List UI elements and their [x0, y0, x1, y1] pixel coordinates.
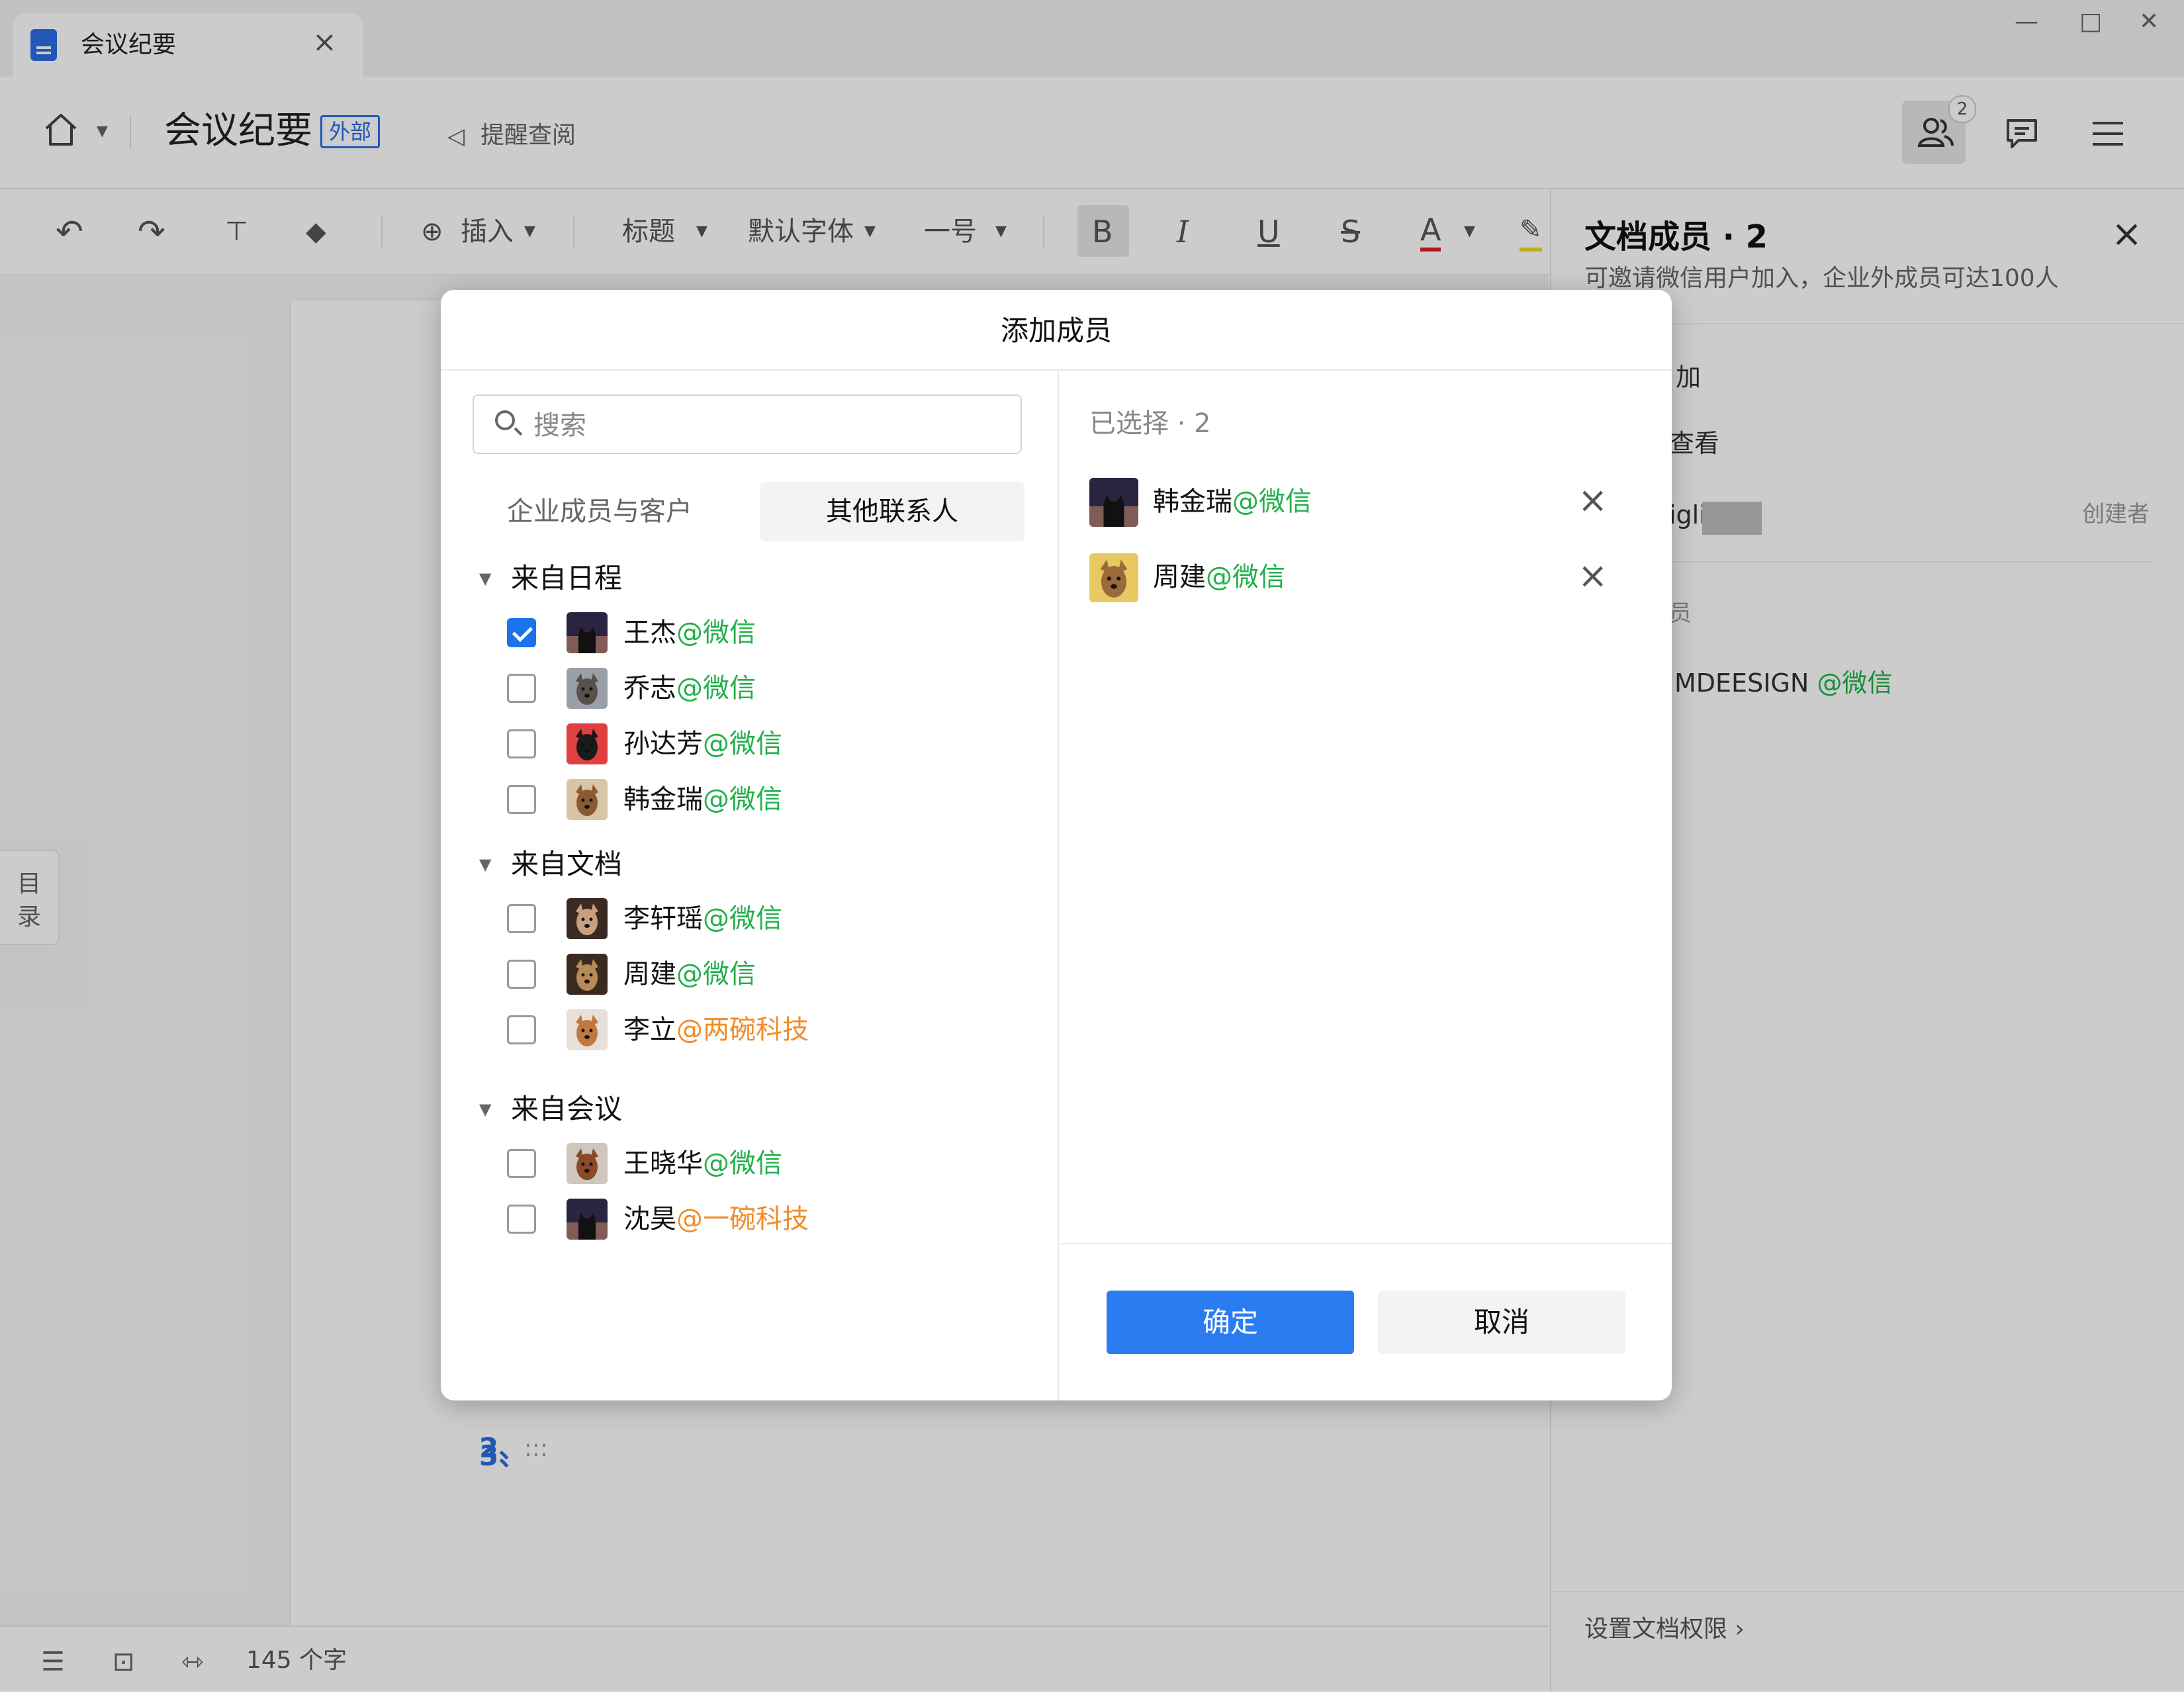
contact-tag: @微信	[676, 959, 756, 989]
selected-name-text: 周建	[1153, 562, 1206, 592]
tab-enterprise-members[interactable]: 企业成员与客户	[467, 482, 732, 541]
avatar	[1089, 553, 1138, 602]
group-label[interactable]: 来自日程	[511, 559, 622, 598]
search-input[interactable]	[532, 405, 1011, 446]
add-member-dialog: 添加成员 企业成员与客户 其他联系人 ▼来自日程王杰@微信乔志@微信孙达芳@微信…	[441, 290, 1672, 1400]
avatar	[567, 1009, 608, 1050]
contact-row[interactable]: 李轩瑶@微信	[507, 892, 1023, 945]
avatar	[567, 954, 608, 995]
contact-checkbox[interactable]	[507, 618, 536, 647]
avatar	[567, 779, 608, 820]
avatar	[567, 898, 608, 939]
contact-tag: @微信	[703, 1148, 782, 1179]
avatar	[567, 1199, 608, 1240]
dialog-title: 添加成员	[1000, 314, 1112, 347]
contact-name: 李轩瑶@微信	[623, 899, 782, 938]
contact-name-text: 李轩瑶	[623, 903, 703, 934]
contact-row[interactable]: 孙达芳@微信	[507, 717, 1023, 770]
group-collapse-icon[interactable]: ▼	[479, 1100, 491, 1119]
search-icon	[495, 410, 515, 430]
selected-tag: @微信	[1206, 562, 1285, 592]
contact-tag: @两碗科技	[676, 1015, 809, 1045]
remove-icon[interactable]: ×	[1578, 556, 1608, 596]
contact-checkbox[interactable]	[507, 1015, 536, 1044]
contact-row[interactable]: 王杰@微信	[507, 606, 1023, 659]
avatar	[567, 723, 608, 764]
contact-name-text: 王晓华	[623, 1148, 703, 1179]
contact-name-text: 沈昊	[623, 1204, 676, 1234]
divider	[1059, 1243, 1672, 1244]
search-box[interactable]	[473, 394, 1022, 454]
confirm-button[interactable]: 确定	[1107, 1291, 1354, 1354]
selected-name: 韩金瑞@微信	[1153, 482, 1312, 522]
contact-name: 周建@微信	[623, 954, 756, 994]
contact-tag: @一碗科技	[676, 1204, 809, 1234]
contact-checkbox[interactable]	[507, 1149, 536, 1178]
contact-name-text: 王杰	[623, 618, 676, 648]
tab-other-contacts[interactable]: 其他联系人	[760, 482, 1024, 541]
contact-name-text: 周建	[623, 959, 676, 989]
remove-icon[interactable]: ×	[1578, 480, 1608, 520]
contact-name: 乔志@微信	[623, 668, 756, 708]
contact-row[interactable]: 韩金瑞@微信	[507, 773, 1023, 826]
contact-checkbox[interactable]	[507, 785, 536, 814]
avatar	[567, 612, 608, 653]
contact-row[interactable]: 周建@微信	[507, 948, 1023, 1001]
contact-name: 王杰@微信	[623, 613, 756, 653]
contact-name: 王晓华@微信	[623, 1144, 782, 1183]
group-label[interactable]: 来自文档	[511, 845, 622, 884]
contact-row[interactable]: 乔志@微信	[507, 662, 1023, 715]
group-label[interactable]: 来自会议	[511, 1089, 622, 1129]
selected-item: 韩金瑞@微信 ×	[1089, 473, 1632, 527]
contact-checkbox[interactable]	[507, 904, 536, 933]
contact-name-text: 韩金瑞	[623, 784, 703, 815]
group-collapse-icon[interactable]: ▼	[479, 569, 491, 588]
contact-checkbox[interactable]	[507, 1205, 536, 1234]
contact-row[interactable]: 李立@两碗科技	[507, 1003, 1023, 1056]
contact-name: 孙达芳@微信	[623, 724, 782, 764]
cancel-button[interactable]: 取消	[1378, 1291, 1625, 1354]
contact-name-text: 李立	[623, 1015, 676, 1045]
contact-checkbox[interactable]	[507, 960, 536, 989]
contact-row[interactable]: 沈昊@一碗科技	[507, 1193, 1023, 1246]
contact-tag: @微信	[676, 618, 756, 648]
divider	[441, 369, 1672, 371]
group-collapse-icon[interactable]: ▼	[479, 855, 491, 874]
selected-count-label: 已选择 · 2	[1089, 408, 1211, 439]
contact-tag: @微信	[703, 903, 782, 934]
contact-tag: @微信	[703, 784, 782, 815]
contact-name-text: 孙达芳	[623, 729, 703, 759]
selected-name-text: 韩金瑞	[1153, 486, 1232, 517]
contact-name-text: 乔志	[623, 673, 676, 704]
selected-name: 周建@微信	[1153, 557, 1285, 597]
selected-tag: @微信	[1232, 486, 1312, 517]
avatar	[567, 668, 608, 709]
contact-checkbox[interactable]	[507, 674, 536, 703]
avatar	[1089, 478, 1138, 527]
contact-tag: @微信	[676, 673, 756, 704]
contact-name: 李立@两碗科技	[623, 1010, 809, 1050]
contact-name: 韩金瑞@微信	[623, 780, 782, 819]
contact-row[interactable]: 王晓华@微信	[507, 1137, 1023, 1190]
contact-tag: @微信	[703, 729, 782, 759]
avatar	[567, 1143, 608, 1184]
divider	[1058, 371, 1059, 1400]
selected-item: 周建@微信 ×	[1089, 548, 1632, 602]
contact-checkbox[interactable]	[507, 729, 536, 758]
contact-name: 沈昊@一碗科技	[623, 1199, 809, 1239]
